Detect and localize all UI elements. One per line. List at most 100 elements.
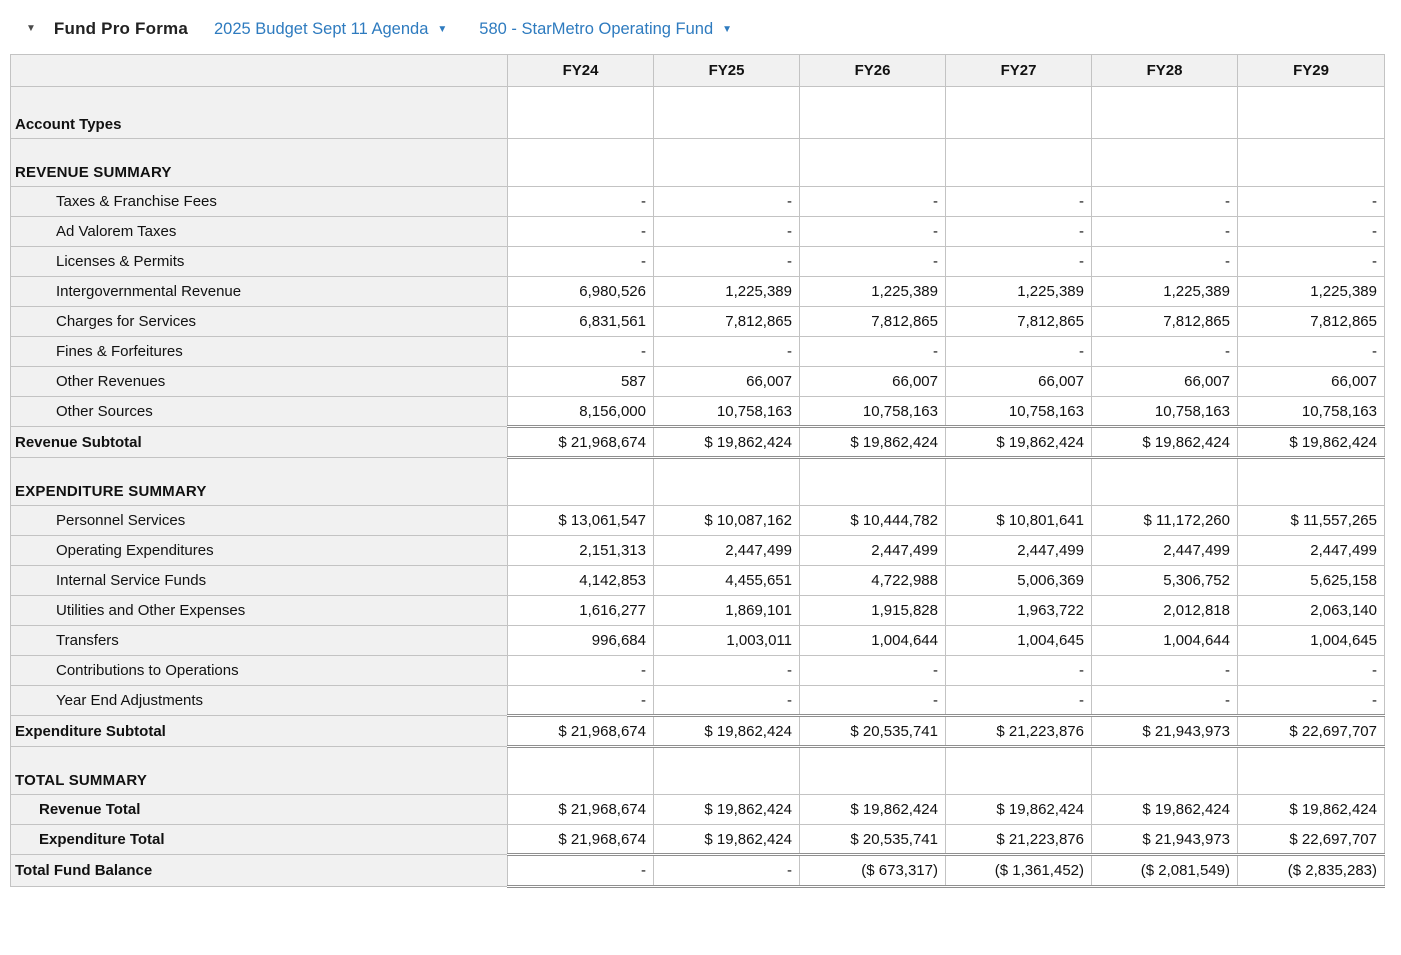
row-label: REVENUE SUMMARY bbox=[10, 138, 508, 187]
cell-fy24: 6,980,526 bbox=[507, 276, 654, 307]
cell-fy27: - bbox=[945, 655, 1092, 686]
cell-fy25: $ 10,087,162 bbox=[653, 505, 800, 536]
row-label: Contributions to Operations bbox=[10, 655, 508, 686]
table-row: EXPENDITURE SUMMARY bbox=[10, 457, 1385, 506]
cell-fy26: 2,447,499 bbox=[799, 535, 946, 566]
cell-fy24: $ 21,968,674 bbox=[507, 714, 654, 748]
pro-forma-table: FY24 FY25 FY26 FY27 FY28 FY29 Account Types RE… bbox=[10, 54, 1385, 888]
cell-fy28: 66,007 bbox=[1091, 366, 1238, 397]
cell-fy29: ($ 2,835,283) bbox=[1237, 853, 1385, 888]
table-row: Operating Expenditures 2,151,313 2,447,499… bbox=[10, 535, 1385, 566]
cell-fy27: 1,963,722 bbox=[945, 595, 1092, 626]
cell-fy26: 1,004,644 bbox=[799, 625, 946, 656]
cell-fy28: $ 21,943,973 bbox=[1091, 824, 1238, 855]
cell-fy26: 1,225,389 bbox=[799, 276, 946, 307]
cell-fy25: 66,007 bbox=[653, 366, 800, 397]
cell-fy27: - bbox=[945, 336, 1092, 367]
table-row: Licenses & Permits - - - - - - bbox=[10, 246, 1385, 277]
table-row: Utilities and Other Expenses 1,616,277 1,8… bbox=[10, 595, 1385, 626]
cell-fy26: 7,812,865 bbox=[799, 306, 946, 337]
cell-fy29: 10,758,163 bbox=[1237, 396, 1385, 427]
column-header-fy28: FY28 bbox=[1091, 54, 1238, 87]
column-header-row: FY24 FY25 FY26 FY27 FY28 FY29 bbox=[10, 54, 1385, 87]
row-label: Account Types bbox=[10, 86, 508, 139]
cell-fy24: - bbox=[507, 336, 654, 367]
cell-fy25 bbox=[653, 457, 800, 506]
cell-fy29: $ 11,557,265 bbox=[1237, 505, 1385, 536]
cell-fy25: 7,812,865 bbox=[653, 306, 800, 337]
row-label: Operating Expenditures bbox=[10, 535, 508, 566]
cell-fy29 bbox=[1237, 457, 1385, 506]
cell-fy25: - bbox=[653, 685, 800, 716]
row-label: Personnel Services bbox=[10, 505, 508, 536]
cell-fy27 bbox=[945, 746, 1092, 795]
cell-fy29: - bbox=[1237, 246, 1385, 277]
cell-fy29: 1,225,389 bbox=[1237, 276, 1385, 307]
cell-fy29 bbox=[1237, 746, 1385, 795]
cell-fy28: 7,812,865 bbox=[1091, 306, 1238, 337]
fund-dropdown[interactable]: 580 - StarMetro Operating Fund ▼ bbox=[479, 20, 732, 39]
cell-fy26 bbox=[799, 457, 946, 506]
row-label: Charges for Services bbox=[10, 306, 508, 337]
cell-fy28 bbox=[1091, 86, 1238, 139]
cell-fy29: $ 19,862,424 bbox=[1237, 794, 1385, 825]
cell-fy24: $ 21,968,674 bbox=[507, 824, 654, 855]
cell-fy24: $ 21,968,674 bbox=[507, 425, 654, 459]
row-label: Transfers bbox=[10, 625, 508, 656]
cell-fy29: 2,063,140 bbox=[1237, 595, 1385, 626]
table-row: Revenue Total $ 21,968,674 $ 19,862,424 $ 1… bbox=[10, 794, 1385, 825]
chevron-down-icon: ▼ bbox=[437, 24, 448, 35]
cell-fy28: 2,012,818 bbox=[1091, 595, 1238, 626]
table-row: Year End Adjustments - - - - - - bbox=[10, 685, 1385, 716]
cell-fy27: 2,447,499 bbox=[945, 535, 1092, 566]
cell-fy24: 8,156,000 bbox=[507, 396, 654, 427]
cell-fy29: - bbox=[1237, 655, 1385, 686]
collapse-caret-icon[interactable]: ▼ bbox=[26, 24, 36, 34]
cell-fy25: 1,869,101 bbox=[653, 595, 800, 626]
cell-fy26: $ 19,862,424 bbox=[799, 794, 946, 825]
row-label: Expenditure Subtotal bbox=[10, 715, 508, 747]
table-row: Transfers 996,684 1,003,011 1,004,644 1,004,… bbox=[10, 625, 1385, 656]
row-label: Other Revenues bbox=[10, 366, 508, 397]
table-row: Revenue Subtotal $ 21,968,674 $ 19,862,424… bbox=[10, 425, 1385, 459]
row-label: TOTAL SUMMARY bbox=[10, 746, 508, 795]
cell-fy25 bbox=[653, 746, 800, 795]
cell-fy26: - bbox=[799, 685, 946, 716]
cell-fy24: 4,142,853 bbox=[507, 565, 654, 596]
column-header-fy29: FY29 bbox=[1237, 54, 1385, 87]
cell-fy29: 2,447,499 bbox=[1237, 535, 1385, 566]
cell-fy27: $ 10,801,641 bbox=[945, 505, 1092, 536]
cell-fy26: $ 20,535,741 bbox=[799, 714, 946, 748]
budget-dropdown-label: 2025 Budget Sept 11 Agenda bbox=[213, 19, 429, 38]
cell-fy26: 1,915,828 bbox=[799, 595, 946, 626]
cell-fy28: - bbox=[1091, 685, 1238, 716]
cell-fy28: - bbox=[1091, 186, 1238, 217]
cell-fy24: $ 13,061,547 bbox=[507, 505, 654, 536]
cell-fy25: $ 19,862,424 bbox=[653, 714, 800, 748]
cell-fy27: 5,006,369 bbox=[945, 565, 1092, 596]
cell-fy28 bbox=[1091, 457, 1238, 506]
table-row: TOTAL SUMMARY bbox=[10, 746, 1385, 795]
row-label: Year End Adjustments bbox=[10, 685, 508, 716]
cell-fy28: 5,306,752 bbox=[1091, 565, 1238, 596]
cell-fy28: $ 11,172,260 bbox=[1091, 505, 1238, 536]
budget-dropdown[interactable]: 2025 Budget Sept 11 Agenda ▼ bbox=[214, 20, 447, 39]
cell-fy28: 1,004,644 bbox=[1091, 625, 1238, 656]
cell-fy25: 4,455,651 bbox=[653, 565, 800, 596]
cell-fy29: 7,812,865 bbox=[1237, 306, 1385, 337]
cell-fy26: - bbox=[799, 655, 946, 686]
cell-fy27: $ 21,223,876 bbox=[945, 714, 1092, 748]
cell-fy24 bbox=[507, 746, 654, 795]
cell-fy27: $ 19,862,424 bbox=[945, 425, 1092, 459]
cell-fy26: 10,758,163 bbox=[799, 396, 946, 427]
cell-fy29: 66,007 bbox=[1237, 366, 1385, 397]
cell-fy26: - bbox=[799, 246, 946, 277]
cell-fy26 bbox=[799, 138, 946, 187]
cell-fy27: ($ 1,361,452) bbox=[945, 853, 1092, 888]
cell-fy29: 1,004,645 bbox=[1237, 625, 1385, 656]
cell-fy25: - bbox=[653, 246, 800, 277]
cell-fy29: - bbox=[1237, 336, 1385, 367]
cell-fy26: 4,722,988 bbox=[799, 565, 946, 596]
cell-fy26: - bbox=[799, 336, 946, 367]
row-label: Revenue Total bbox=[10, 794, 508, 825]
